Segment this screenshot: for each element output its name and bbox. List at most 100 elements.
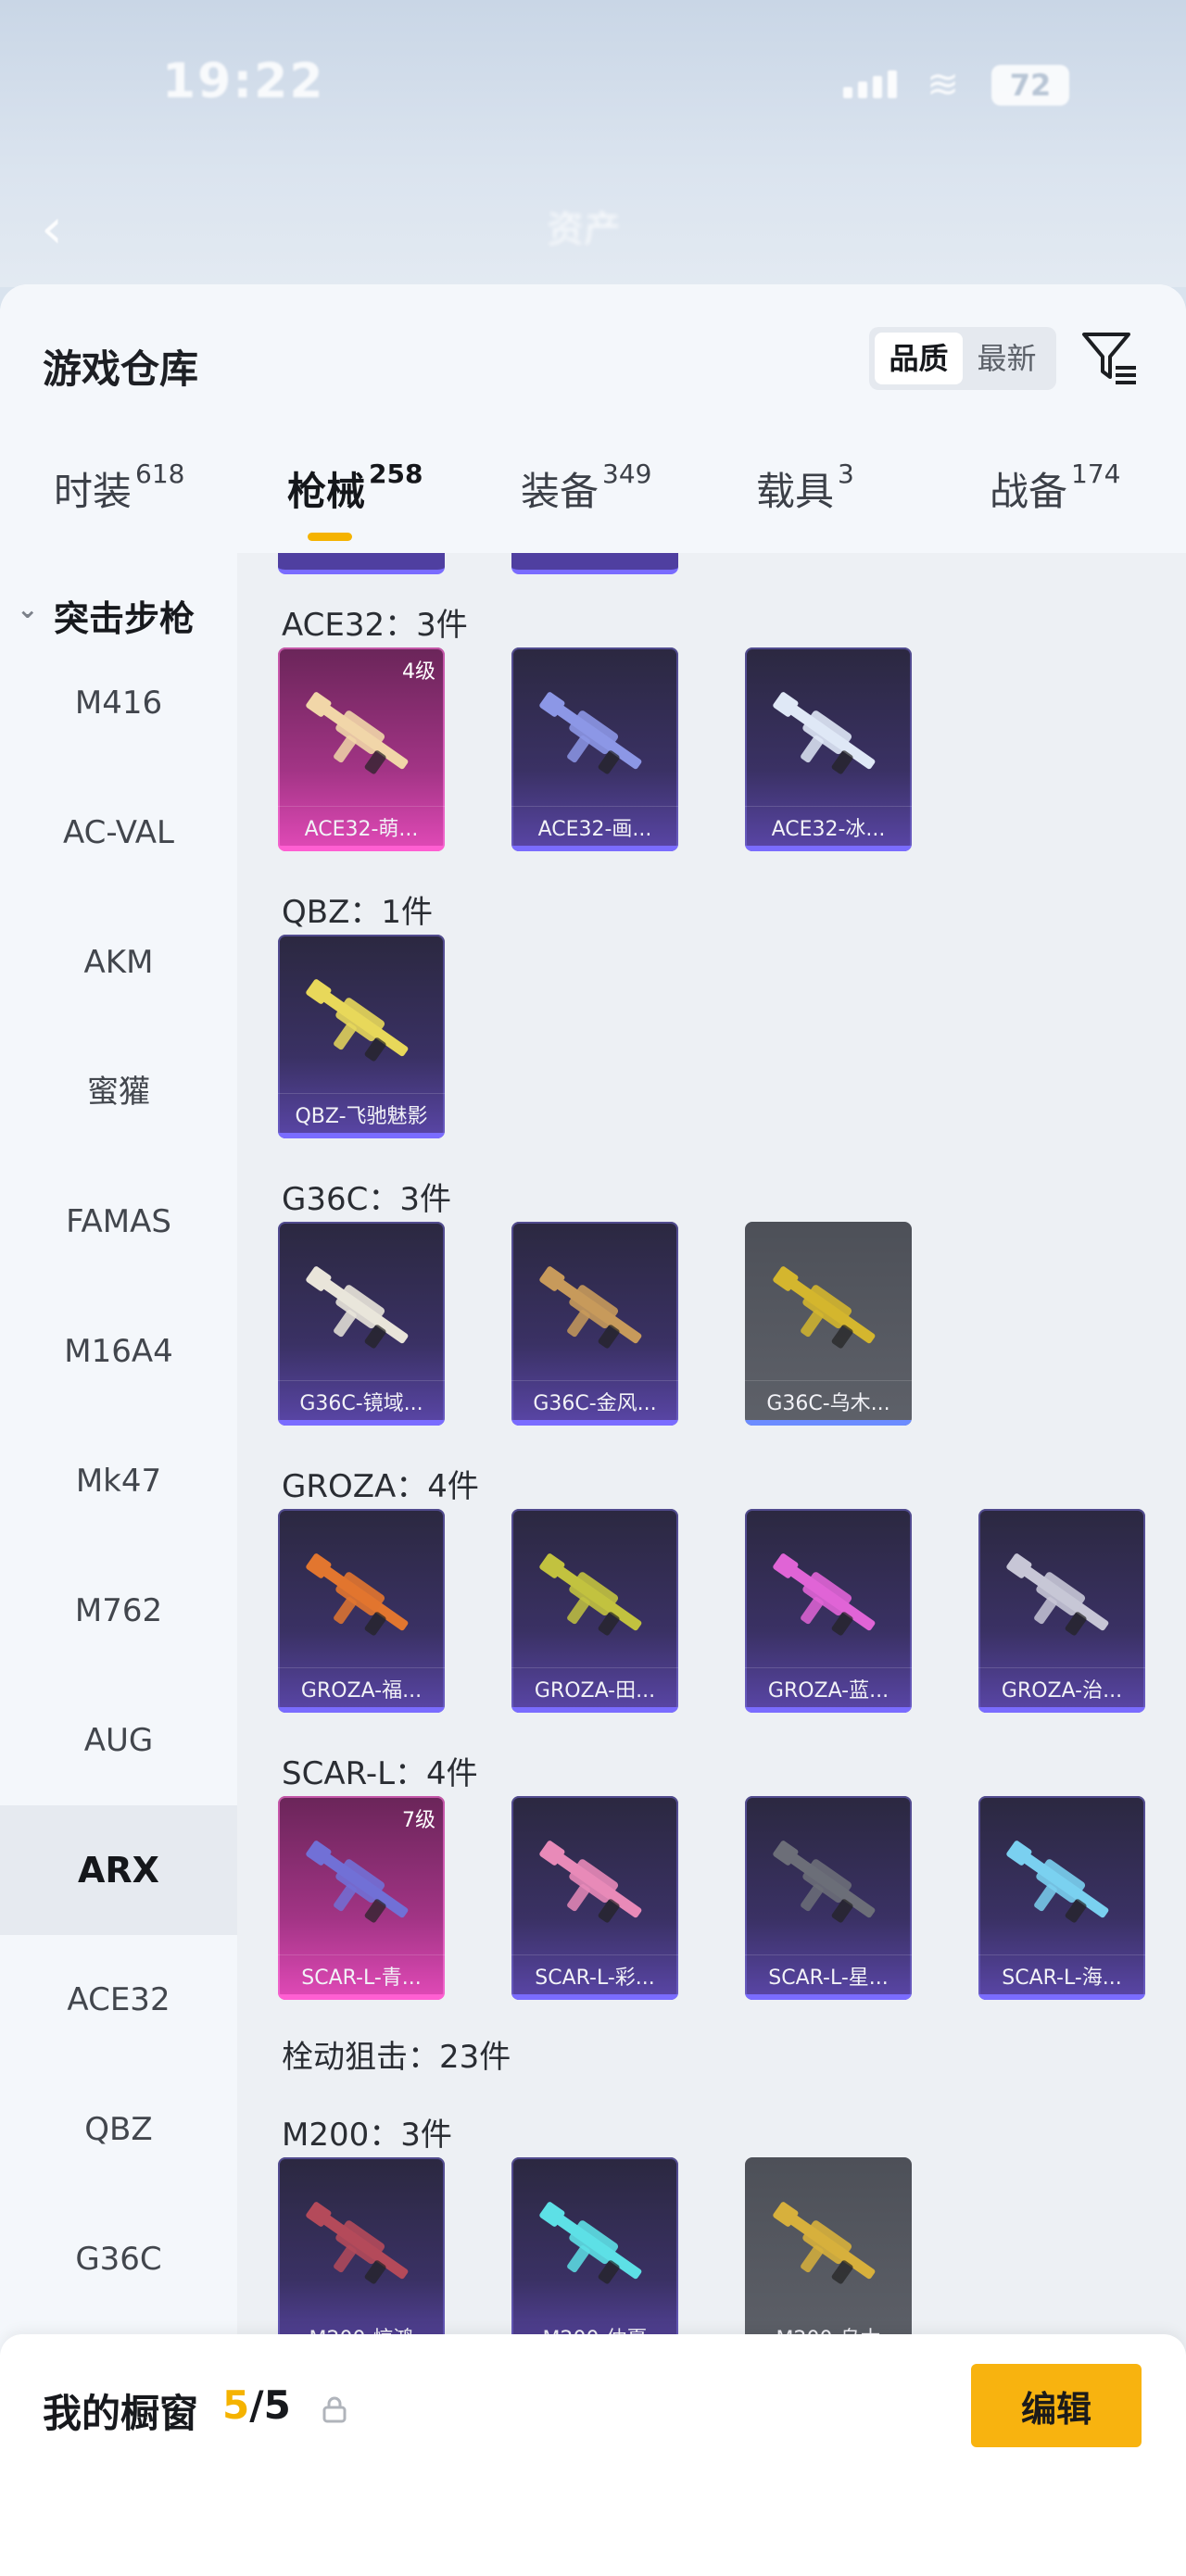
weapon-card[interactable]: ACE32-画... bbox=[511, 647, 678, 851]
gun-icon bbox=[539, 2202, 642, 2284]
weapon-card[interactable]: SCAR-L-彩... bbox=[511, 1796, 678, 2000]
rarity-bar bbox=[278, 846, 445, 851]
edit-button[interactable]: 编辑 bbox=[971, 2364, 1142, 2447]
weapon-card[interactable]: GROZA-治... bbox=[978, 1509, 1145, 1713]
sidebar-item[interactable]: M762 bbox=[0, 1546, 237, 1676]
gun-icon bbox=[773, 692, 876, 774]
weapon-card[interactable]: G36C-乌木... bbox=[745, 1222, 912, 1426]
gun-icon bbox=[773, 1266, 876, 1349]
showcase-bar: 我的橱窗 5/5 编辑 bbox=[0, 2334, 1186, 2576]
rarity-bar bbox=[278, 1707, 445, 1713]
active-tab-indicator bbox=[308, 533, 352, 541]
weapon-card[interactable]: M200-乌木 bbox=[745, 2157, 912, 2361]
tab-equipment[interactable]: 装备 349 bbox=[521, 459, 652, 517]
weapon-card[interactable]: ACE32-萌... 4级 bbox=[278, 647, 445, 851]
tab-vehicles[interactable]: 载具 3 bbox=[756, 459, 854, 517]
card-divider bbox=[278, 1380, 445, 1381]
tab-label: 载具 bbox=[756, 469, 835, 514]
group-title: ACE32：3件 bbox=[282, 607, 468, 644]
status-time: 19:22 bbox=[162, 54, 325, 109]
tab-supplies[interactable]: 战备 174 bbox=[990, 459, 1121, 517]
weapon-card[interactable]: SCAR-L-海... bbox=[978, 1796, 1145, 2000]
showcase-current: 5 bbox=[222, 2382, 250, 2428]
tab-count: 258 bbox=[369, 459, 423, 489]
tab-count: 174 bbox=[1071, 459, 1121, 489]
card-label: SCAR-L-星... bbox=[768, 1967, 889, 1990]
sheet-header: 游戏仓库 品质 最新 时装 618 枪械 258 装备 349 载具 3 战备 174 bbox=[0, 284, 1186, 553]
rarity-bar bbox=[511, 1707, 678, 1713]
tab-label: 战备 bbox=[990, 469, 1068, 514]
card-label: G36C-金风... bbox=[533, 1392, 657, 1415]
weapon-card[interactable]: QBZ-飞驰魅影 bbox=[278, 935, 445, 1138]
rarity-bar bbox=[511, 846, 678, 851]
wifi-icon: ≋ bbox=[927, 61, 960, 107]
sort-quality-button[interactable]: 品质 bbox=[875, 333, 963, 384]
gun-icon bbox=[1006, 1553, 1109, 1636]
gun-icon bbox=[539, 1553, 642, 1636]
tab-fashion[interactable]: 时装 618 bbox=[54, 459, 185, 517]
sort-latest-button[interactable]: 最新 bbox=[963, 333, 1051, 384]
sidebar-item[interactable]: AKM bbox=[0, 898, 237, 1027]
tab-guns[interactable]: 枪械 258 bbox=[287, 459, 423, 517]
battery-icon: 72 bbox=[991, 65, 1069, 106]
sidebar-item[interactable]: M16A4 bbox=[0, 1287, 237, 1416]
sidebar-item[interactable]: Mk47 bbox=[0, 1416, 237, 1546]
weapon-card[interactable]: GROZA-田... bbox=[511, 1509, 678, 1713]
tab-count: 349 bbox=[602, 459, 652, 489]
card-divider bbox=[511, 1667, 678, 1668]
weapon-card[interactable]: ACE32-冰... bbox=[745, 647, 912, 851]
weapon-card[interactable]: GROZA-福... bbox=[278, 1509, 445, 1713]
page-title: 游戏仓库 bbox=[43, 346, 199, 392]
card-divider bbox=[278, 1954, 445, 1955]
tab-count: 618 bbox=[135, 459, 185, 489]
weapon-card[interactable]: M200-惊鸿 bbox=[278, 2157, 445, 2361]
rarity-bar bbox=[278, 1994, 445, 2000]
sidebar-item[interactable]: ACE32 bbox=[0, 1935, 237, 2065]
warehouse-sheet: 游戏仓库 品质 最新 时装 618 枪械 258 装备 349 载具 3 战备 174 ⌄… bbox=[0, 284, 1186, 2576]
signal-icon bbox=[843, 70, 897, 98]
sidebar-item[interactable]: FAMAS bbox=[0, 1157, 237, 1287]
card-divider bbox=[511, 1954, 678, 1955]
partial-card bbox=[511, 553, 678, 574]
weapon-card[interactable]: GROZA-蓝... bbox=[745, 1509, 912, 1713]
weapon-card[interactable]: G36C-金风... bbox=[511, 1222, 678, 1426]
card-label: SCAR-L-青... bbox=[301, 1967, 422, 1990]
card-divider bbox=[278, 806, 445, 807]
card-divider bbox=[978, 1667, 1145, 1668]
card-label: SCAR-L-彩... bbox=[535, 1967, 655, 1990]
chevron-down-icon: ⌄ bbox=[17, 594, 39, 624]
card-label: ACE32-冰... bbox=[771, 818, 886, 841]
card-label: SCAR-L-海... bbox=[1002, 1967, 1122, 1990]
filter-icon[interactable] bbox=[1080, 329, 1140, 388]
sidebar-item[interactable]: 蜜獾 bbox=[0, 1027, 237, 1157]
sidebar-item[interactable]: AUG bbox=[0, 1676, 237, 1805]
sidebar-item[interactable]: ARX bbox=[0, 1805, 237, 1935]
weapon-card[interactable]: M200-仲夏 bbox=[511, 2157, 678, 2361]
rarity-bar bbox=[511, 1994, 678, 2000]
sidebar-item[interactable]: AC-VAL bbox=[0, 768, 237, 898]
card-divider bbox=[511, 1380, 678, 1381]
blurred-tab: 资产 bbox=[547, 208, 621, 251]
card-label: GROZA-福... bbox=[300, 1679, 423, 1703]
gun-icon bbox=[306, 1841, 409, 1923]
group-title: M200：3件 bbox=[282, 2117, 452, 2154]
card-divider bbox=[978, 1954, 1145, 1955]
sidebar-category[interactable]: ⌄ 突击步枪 bbox=[0, 590, 237, 646]
partial-card bbox=[278, 553, 445, 574]
showcase-total: /5 bbox=[249, 2382, 291, 2428]
sidebar-item[interactable]: QBZ bbox=[0, 2065, 237, 2194]
section-title: 栓动狙击：23件 bbox=[282, 2039, 511, 2076]
weapon-card[interactable]: SCAR-L-星... bbox=[745, 1796, 912, 2000]
sidebar-item[interactable]: M416 bbox=[0, 638, 237, 768]
weapon-card[interactable]: G36C-镜域... bbox=[278, 1222, 445, 1426]
card-label: ACE32-萌... bbox=[304, 818, 419, 841]
sidebar-item[interactable]: G36C bbox=[0, 2194, 237, 2324]
gun-icon bbox=[539, 692, 642, 774]
back-arrow-icon[interactable]: ‹ bbox=[41, 196, 63, 261]
weapon-card[interactable]: SCAR-L-青... 7级 bbox=[278, 1796, 445, 2000]
sidebar-category-label: 突击步枪 bbox=[54, 598, 196, 639]
card-divider bbox=[278, 1093, 445, 1094]
gun-icon bbox=[773, 1841, 876, 1923]
card-label: GROZA-治... bbox=[1001, 1679, 1123, 1703]
group-title: SCAR-L：4件 bbox=[282, 1755, 478, 1792]
